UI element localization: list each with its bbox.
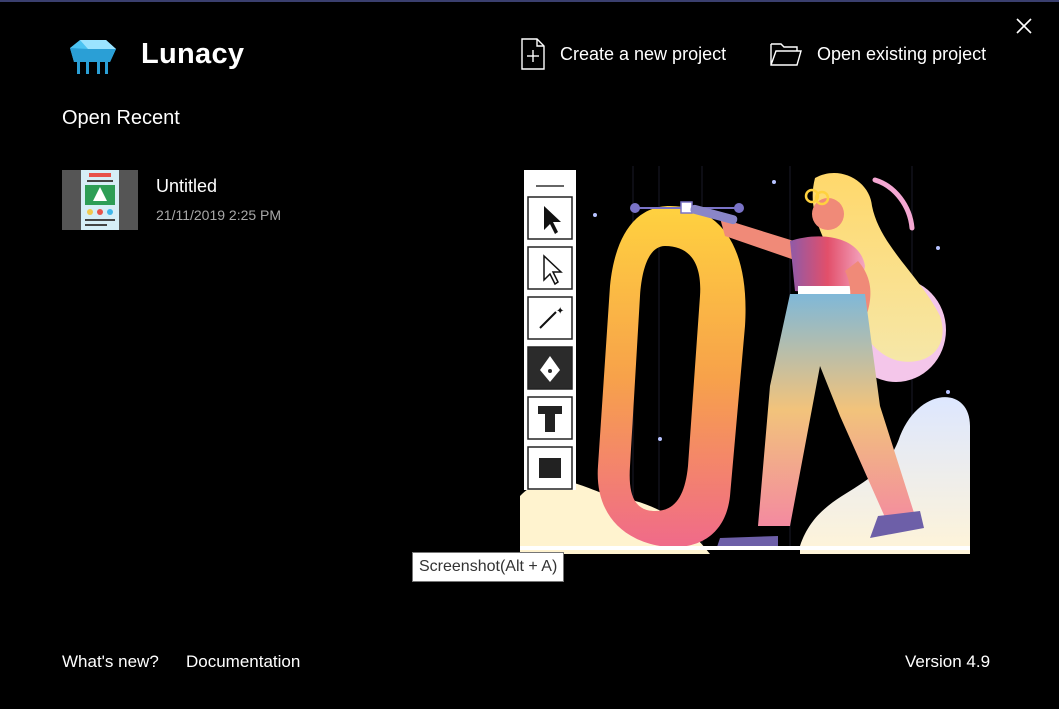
welcome-illustration: ✦ xyxy=(520,166,976,558)
open-existing-project-label: Open existing project xyxy=(817,43,987,64)
recent-project-date: 21/11/2019 2:25 PM xyxy=(156,207,282,223)
lunacy-logo-icon xyxy=(66,36,118,78)
screenshot-tooltip: Screenshot(Alt + A) xyxy=(412,552,565,582)
version-label: Version 4.9 xyxy=(905,652,991,671)
illustration-toolbar: ✦ xyxy=(524,170,576,490)
create-new-project-label: Create a new project xyxy=(560,43,727,64)
create-new-project-button[interactable]: Create a new project xyxy=(520,38,726,70)
recent-project-name: Untitled xyxy=(156,176,218,196)
open-recent-heading: Open Recent xyxy=(62,107,180,129)
folder-open-icon xyxy=(770,43,802,66)
documentation-link[interactable]: Documentation xyxy=(186,652,300,672)
close-icon xyxy=(1016,18,1032,34)
window-top-border xyxy=(0,0,1059,2)
new-file-icon xyxy=(521,38,545,70)
whats-new-link[interactable]: What's new? xyxy=(62,652,159,672)
project-thumbnail xyxy=(62,170,138,230)
app-title: Lunacy xyxy=(141,38,245,70)
close-button[interactable] xyxy=(1012,14,1036,38)
recent-project-item[interactable]: Untitled 21/11/2019 2:25 PM xyxy=(62,170,362,232)
svg-text:✦: ✦ xyxy=(556,306,564,317)
open-existing-project-button[interactable]: Open existing project xyxy=(769,38,986,70)
